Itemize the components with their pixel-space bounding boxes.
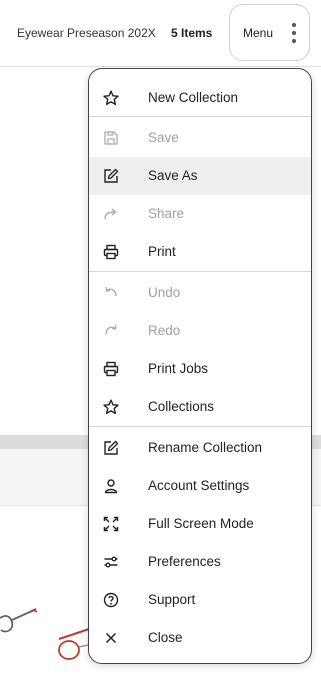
menu-item-preferences[interactable]: Preferences [89, 543, 311, 581]
menu-item-label: Close [148, 630, 183, 645]
menu-item-support[interactable]: Support [89, 581, 311, 619]
menu-item-new-collection[interactable]: New Collection [89, 79, 311, 117]
menu-item-print-jobs[interactable]: Print Jobs [89, 350, 311, 388]
close-icon [103, 630, 119, 646]
menu-item-label: Save As [148, 168, 198, 183]
save-icon [103, 130, 119, 146]
menu-item-label: Share [148, 206, 185, 221]
menu-item-print[interactable]: Print [89, 233, 311, 271]
menu-item-rename-collection[interactable]: Rename Collection [89, 429, 311, 467]
menu-item-collections[interactable]: Collections [89, 388, 311, 426]
menu-item-label: New Collection [148, 90, 239, 105]
menu-item-label: Support [148, 592, 196, 607]
menu-item-full-screen-mode[interactable]: Full Screen Mode [89, 505, 311, 543]
menu-item-label: Full Screen Mode [148, 516, 254, 531]
menu-item-label: Print [148, 244, 176, 259]
help-circle-icon [103, 592, 119, 608]
menu-item-label: Preferences [148, 554, 221, 569]
menu-label: Menu [243, 26, 274, 40]
printer-icon [103, 361, 119, 377]
menu-divider [89, 426, 311, 427]
user-icon [103, 478, 119, 494]
star-icon [103, 90, 119, 106]
menu-item-label: Account Settings [148, 478, 250, 493]
edit-icon [103, 440, 119, 456]
menu-item-label: Rename Collection [148, 440, 263, 455]
menu-item-save-as[interactable]: Save As [89, 157, 311, 195]
menu-item-label: Print Jobs [148, 361, 209, 376]
menu-button[interactable]: Menu [229, 4, 310, 61]
top-bar: Eyewear Preseason 202X 5 Items Menu [0, 0, 321, 67]
menu-item-account-settings[interactable]: Account Settings [89, 467, 311, 505]
menu-item-share[interactable]: Share [89, 195, 311, 233]
edit-icon [103, 168, 119, 184]
menu-item-close[interactable]: Close [89, 619, 311, 657]
dropdown-menu: New Collection Save Save As Share Print … [88, 68, 312, 664]
menu-item-save[interactable]: Save [89, 119, 311, 157]
menu-divider [89, 271, 311, 272]
share-arrow-icon [103, 206, 119, 222]
menu-item-redo[interactable]: Redo [89, 312, 311, 350]
menu-divider [89, 116, 311, 117]
kebab-menu-icon [291, 23, 297, 45]
printer-icon [103, 244, 119, 260]
menu-item-label: Undo [148, 285, 181, 300]
undo-icon [103, 285, 119, 301]
glasses-image-left [0, 608, 38, 633]
collection-title[interactable]: Eyewear Preseason 202X [17, 26, 156, 40]
menu-item-label: Redo [148, 323, 181, 338]
menu-item-undo[interactable]: Undo [89, 274, 311, 312]
sliders-icon [103, 554, 119, 570]
items-count[interactable]: 5 Items [171, 26, 212, 40]
star-icon [103, 399, 119, 415]
fullscreen-icon [103, 516, 119, 532]
menu-item-label: Save [148, 130, 179, 145]
menu-item-label: Collections [148, 399, 215, 414]
redo-icon [103, 323, 119, 339]
